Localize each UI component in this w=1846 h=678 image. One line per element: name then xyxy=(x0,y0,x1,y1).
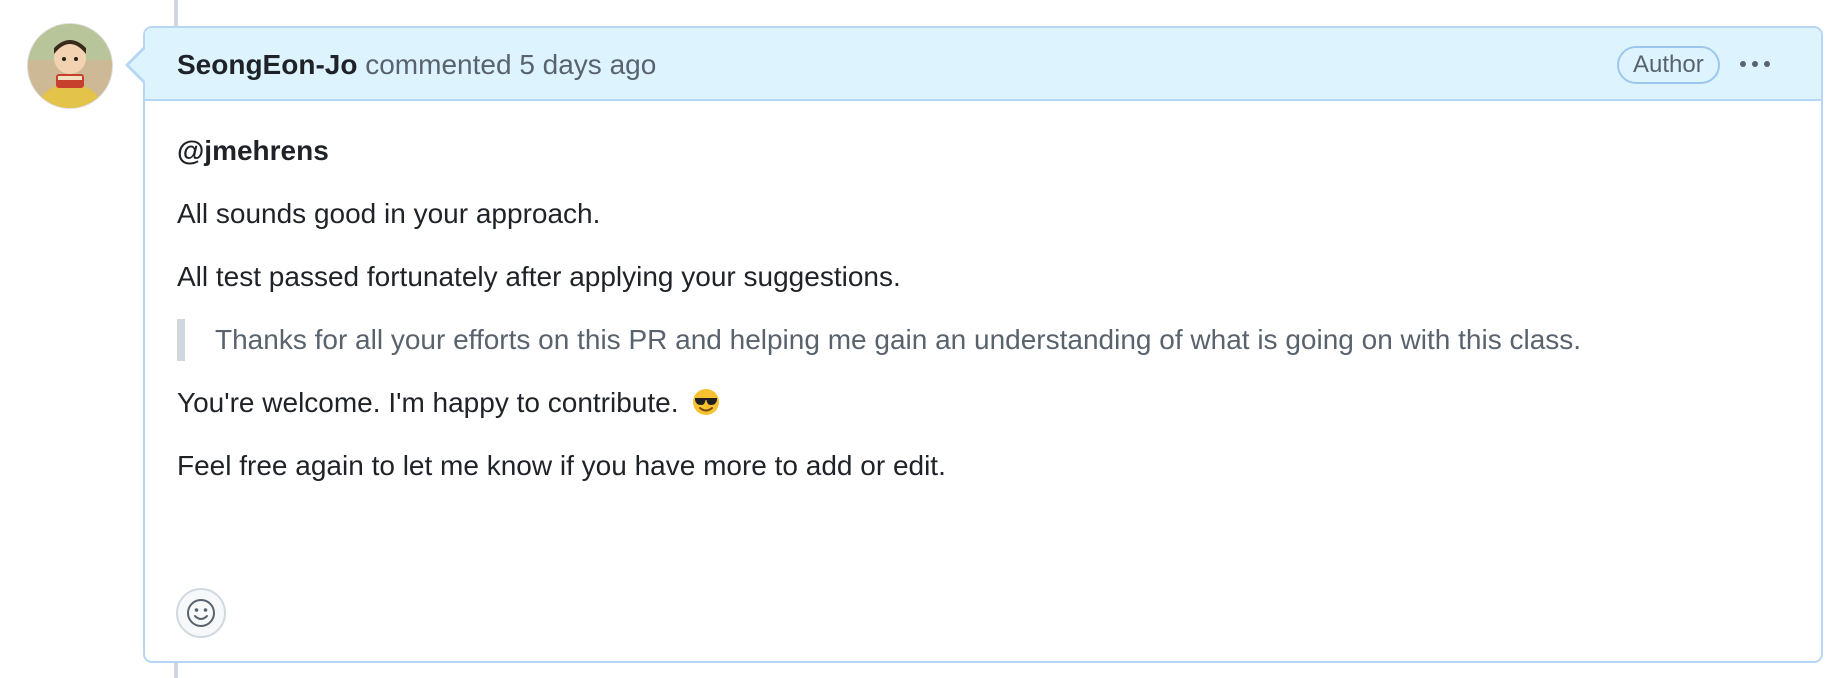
paragraph-approach: All sounds good in your approach. xyxy=(177,198,601,229)
kebab-horizontal-icon[interactable] xyxy=(1735,44,1775,84)
user-avatar[interactable] xyxy=(28,24,112,108)
comment-box: SeongEon-Jo commented 5 days ago Author … xyxy=(143,26,1823,663)
mention-paragraph: @jmehrens xyxy=(177,133,329,169)
comment-header: SeongEon-Jo commented 5 days ago Author xyxy=(145,28,1821,101)
user-mention-link[interactable]: @jmehrens xyxy=(177,135,329,166)
add-reaction-button[interactable] xyxy=(176,588,226,638)
author-badge: Author xyxy=(1617,46,1720,84)
comment-action: commented xyxy=(365,49,512,80)
timestamp-link[interactable]: 5 days ago xyxy=(519,49,656,80)
avatar-image xyxy=(28,24,112,108)
comment-arrow-fill xyxy=(129,49,145,81)
smiling-face-with-sunglasses-emoji xyxy=(693,389,720,415)
paragraph-closing: Feel free again to let me know if you ha… xyxy=(177,450,946,481)
paragraph-reply: You're welcome. I'm happy to contribute. xyxy=(177,385,720,421)
comment-header-text: SeongEon-Jo commented 5 days ago xyxy=(177,48,656,82)
author-link[interactable]: SeongEon-Jo xyxy=(177,49,357,80)
blockquote: Thanks for all your efforts on this PR a… xyxy=(177,319,1581,361)
paragraph-tests: All test passed fortunately after applyi… xyxy=(177,261,901,292)
blockquote-text: Thanks for all your efforts on this PR a… xyxy=(215,324,1582,355)
reply-text: You're welcome. I'm happy to contribute. xyxy=(177,387,679,418)
smiley-icon xyxy=(187,599,215,627)
